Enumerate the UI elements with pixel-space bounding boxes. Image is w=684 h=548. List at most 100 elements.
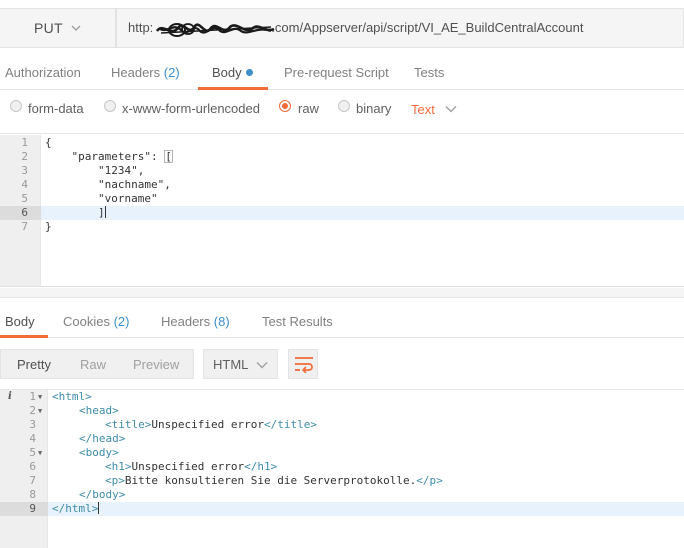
line-number: 2	[21, 150, 28, 163]
tab-body-label: Body	[212, 65, 242, 80]
content-type-select[interactable]: Text	[411, 102, 435, 117]
html-tag: </head>	[79, 432, 126, 445]
chevron-down-icon	[256, 362, 268, 369]
code-line: </body>	[79, 488, 125, 502]
text-cursor	[98, 502, 100, 514]
html-text: Unspecified error	[131, 460, 245, 473]
line-number: 3	[29, 418, 36, 431]
line-number: 1	[21, 136, 28, 149]
response-headers-count: (8)	[213, 314, 230, 329]
wrap-lines-icon	[295, 357, 313, 373]
code-line: <p>Bitte konsultieren Sie die Serverprot…	[105, 474, 443, 488]
line-number: 3	[21, 164, 28, 177]
html-text: Unspecified error	[151, 418, 264, 431]
response-tab-test-results[interactable]: Test Results	[262, 314, 333, 329]
preview-button[interactable]: Preview	[133, 357, 179, 372]
active-line-highlight	[0, 502, 684, 516]
line-number: 2	[29, 404, 36, 417]
redaction-scribble-icon	[155, 23, 275, 37]
text-cursor	[104, 206, 106, 218]
html-tag: </h1>	[244, 460, 278, 473]
code-line-text: ]	[45, 206, 105, 219]
code-line: "1234",	[45, 164, 145, 177]
body-type-options: form-data x-www-form-urlencoded raw bina…	[0, 90, 684, 134]
fold-arrow-icon[interactable]: ▼	[38, 404, 42, 418]
tab-prerequest-script[interactable]: Pre-request Script	[284, 65, 389, 80]
html-tag: <html>	[52, 390, 92, 403]
pretty-button[interactable]: Pretty	[17, 357, 51, 372]
html-tag: </html>	[52, 502, 99, 515]
code-line: {	[45, 136, 52, 149]
code-line: ]	[45, 206, 106, 220]
html-text: Bitte konsultieren Sie die Serverprotoko…	[124, 474, 417, 487]
code-line: "nachname",	[45, 178, 171, 191]
response-tab-headers[interactable]: Headers (8)	[161, 314, 230, 329]
line-number: 6	[29, 460, 36, 473]
code-line: <head>	[79, 404, 119, 418]
line-number: 5	[29, 446, 36, 459]
language-select[interactable]: HTML	[203, 349, 278, 379]
form-data-label: form-data	[28, 101, 84, 116]
code-line: }	[45, 220, 52, 233]
tab-authorization[interactable]: Authorization	[5, 65, 81, 80]
line-number: 5	[21, 192, 28, 205]
html-tag: </p>	[416, 474, 443, 487]
method-select[interactable]: PUT	[0, 8, 116, 48]
pane-resizer[interactable]	[0, 288, 684, 298]
code-line: <html>	[52, 390, 92, 404]
line-number: 7	[29, 474, 36, 487]
response-toolbar: Pretty Raw Preview HTML	[0, 338, 684, 390]
html-tag: </body>	[79, 488, 126, 501]
line-number: 8	[29, 488, 36, 501]
tab-tests[interactable]: Tests	[414, 65, 444, 80]
html-tag: <title>	[105, 418, 152, 431]
language-label: HTML	[213, 357, 249, 372]
request-url-row: PUT http: .com/Appserver/api/script/VI_AE…	[0, 0, 684, 56]
request-body-editor[interactable]: 1 2 3 4 5 6 7 { "parameters": [ "1234", …	[0, 135, 684, 287]
chevron-down-icon	[71, 25, 81, 31]
tab-headers-label: Headers	[111, 65, 161, 80]
headers-count: (2)	[163, 65, 180, 80]
urlencoded-label: x-www-form-urlencoded	[122, 101, 260, 116]
url-suffix: .com/Appserver/api/script/VI_AE_BuildCen…	[271, 20, 584, 35]
raw-button[interactable]: Raw	[80, 357, 106, 372]
response-tabs: Body Cookies (2) Headers (8) Test Result…	[0, 298, 684, 338]
line-number: 4	[21, 178, 28, 191]
radio-form-data[interactable]	[10, 100, 22, 112]
chevron-down-icon[interactable]	[445, 105, 457, 113]
line-number: 6	[21, 206, 28, 219]
response-tab-body[interactable]: Body	[5, 314, 35, 329]
tab-headers[interactable]: Headers (2)	[111, 65, 180, 80]
binary-label: binary	[356, 101, 392, 116]
cookies-label: Cookies	[63, 314, 110, 329]
response-body-editor[interactable]: i 1 2 3 4 5 6 7 8 9 ▼ ▼ ▼ <html> <head> …	[0, 390, 684, 548]
fold-arrow-icon[interactable]: ▼	[38, 446, 42, 460]
url-input[interactable]: http: .com/Appserver/api/script/VI_AE_Bui…	[116, 8, 684, 48]
cookies-count: (2)	[113, 314, 130, 329]
radio-urlencoded[interactable]	[104, 100, 116, 112]
code-line: "parameters": [	[45, 150, 173, 164]
line-number: 7	[21, 220, 28, 233]
line-number: 9	[29, 502, 36, 515]
radio-raw[interactable]	[279, 100, 291, 112]
html-tag: <p>	[105, 474, 125, 487]
html-tag: </title>	[263, 418, 317, 431]
fold-arrow-icon[interactable]: ▼	[38, 390, 42, 404]
tab-body[interactable]: Body	[212, 65, 253, 80]
code-line: "vorname"	[45, 192, 158, 205]
html-tag: <h1>	[105, 460, 132, 473]
code-line: </html>	[52, 502, 100, 516]
view-mode-group: Pretty Raw Preview	[0, 349, 194, 379]
html-tag: <body>	[79, 446, 119, 459]
code-line: <body>	[79, 446, 119, 460]
html-tag: <head>	[79, 404, 119, 417]
request-tabs: Authorization Headers (2) Body Pre-reque…	[0, 56, 684, 90]
code-line: <h1>Unspecified error</h1>	[105, 460, 277, 474]
code-line: </head>	[79, 432, 125, 446]
modified-dot-icon	[245, 69, 253, 76]
response-tab-cookies[interactable]: Cookies (2)	[63, 314, 129, 329]
code-line-text: "parameters":	[45, 150, 165, 163]
radio-binary[interactable]	[338, 100, 350, 112]
wrap-lines-button[interactable]	[288, 349, 318, 379]
url-prefix: http:	[128, 20, 154, 35]
